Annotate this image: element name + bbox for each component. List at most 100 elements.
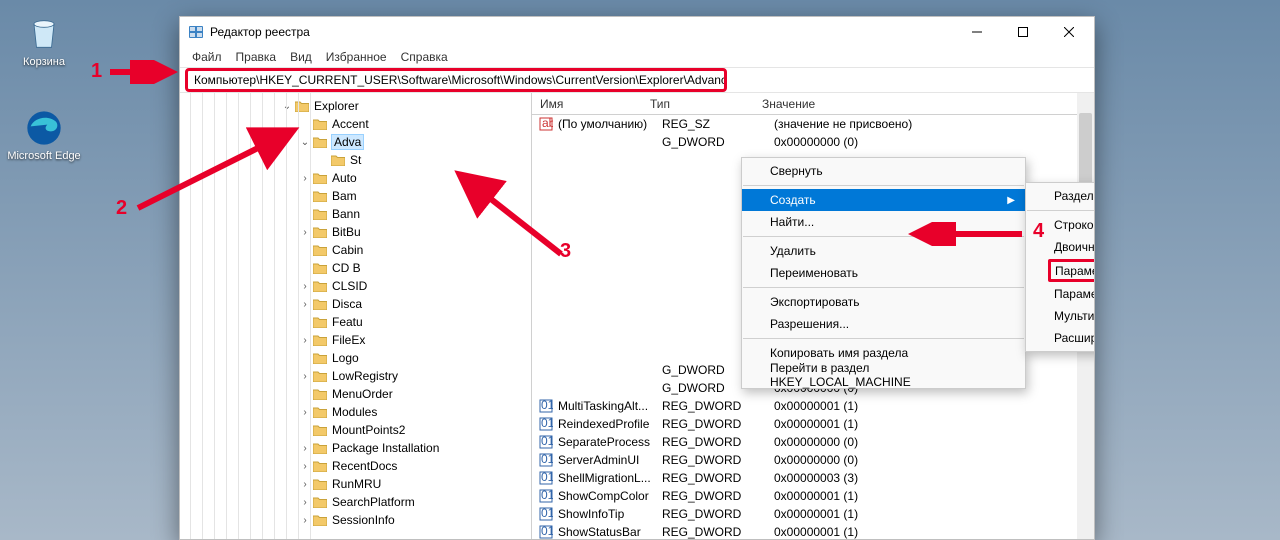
tree-row[interactable]: › LowRegistry [180,367,531,385]
tree-pane[interactable]: ⌄ExplorerAccent⌄AdvaSt›AutoBamBann›BitBu… [180,93,532,539]
sm-binary[interactable]: Двоичный параметр [1026,236,1094,258]
create-submenu: Раздел Строковый параметр Двоичный парам… [1025,182,1094,352]
separator [743,287,1024,288]
sm-expand[interactable]: Расширяемый строковый параметр [1026,327,1094,349]
tree-row[interactable]: ›FileEx [180,331,531,349]
address-bar[interactable]: Компьютер\HKEY_CURRENT_USER\Software\Mic… [180,67,1094,93]
sm-string[interactable]: Строковый параметр [1026,214,1094,236]
list-row[interactable]: 011ShellMigrationL...REG_DWORD0x00000003… [532,469,1077,487]
cm-goto-hklm[interactable]: Перейти в раздел HKEY_LOCAL_MACHINE [742,364,1025,386]
list-row[interactable]: 011ServerAdminUIREG_DWORD0x00000000 (0) [532,451,1077,469]
tree-row[interactable]: MountPoints2 [180,421,531,439]
tree-row[interactable]: ›Auto [180,169,531,187]
tree-toggle-icon[interactable]: › [298,281,312,292]
value-data: 0x00000001 (1) [774,507,1077,521]
sm-qword[interactable]: Параметр QWORD (64 бита) [1026,283,1094,305]
tree-row[interactable]: Accent [180,115,531,133]
list-pane[interactable]: Имя Тип Значение Свернуть Создать▶ Найти… [532,93,1094,539]
maximize-button[interactable] [1000,17,1046,47]
tree-row[interactable]: Bam [180,187,531,205]
tree-toggle-icon[interactable]: › [298,173,312,184]
list-row[interactable]: 011ReindexedProfileREG_DWORD0x00000001 (… [532,415,1077,433]
tree-row[interactable]: Cabin [180,241,531,259]
tree-row[interactable]: ⌄Adva [180,133,531,151]
cm-create[interactable]: Создать▶ [742,189,1025,211]
col-type[interactable]: Тип [642,97,754,111]
list-row[interactable]: ab(По умолчанию)REG_SZ(значение не присв… [532,115,1077,133]
list-row[interactable]: G_DWORD0x00000000 (0) [532,133,1077,151]
value-name: ShellMigrationL... [558,471,662,485]
sm-dword[interactable]: Параметр DWORD (32 бита) [1048,259,1094,282]
folder-icon [312,369,328,383]
col-value[interactable]: Значение [754,97,1094,111]
tree-toggle-icon[interactable]: › [298,371,312,382]
tree-toggle-icon[interactable]: › [298,407,312,418]
tree-toggle-icon[interactable]: › [298,335,312,346]
tree-toggle-icon[interactable]: ⌄ [280,101,294,112]
tree-row[interactable]: ⌄Explorer [180,97,531,115]
tree-row[interactable]: Featu [180,313,531,331]
tree-toggle-icon[interactable]: › [298,479,312,490]
cm-permissions[interactable]: Разрешения... [742,313,1025,335]
list-row[interactable]: 011ShowStatusBarREG_DWORD0x00000001 (1) [532,523,1077,539]
desktop-edge[interactable]: Microsoft Edge [6,108,82,163]
tree-row[interactable]: Logo [180,349,531,367]
menu-help[interactable]: Справка [395,49,454,65]
close-button[interactable] [1046,17,1092,47]
tree-toggle-icon[interactable]: › [298,461,312,472]
tree-toggle-icon[interactable]: ⌄ [298,137,312,148]
col-name[interactable]: Имя [532,97,642,111]
tree-row[interactable]: ›BitBu [180,223,531,241]
titlebar[interactable]: Редактор реестра [180,17,1094,47]
tree-row[interactable]: CD B [180,259,531,277]
menu-edit[interactable]: Правка [230,49,283,65]
tree-toggle-icon[interactable]: › [298,515,312,526]
value-name: (По умолчанию) [558,117,662,131]
tree-row[interactable]: Bann [180,205,531,223]
tree-row[interactable]: ›Modules [180,403,531,421]
tree-label: Package Installation [332,441,439,455]
tree-toggle-icon[interactable]: › [298,299,312,310]
tree-row[interactable]: ›SearchPlatform [180,493,531,511]
menu-view[interactable]: Вид [284,49,318,65]
scrollbar-thumb[interactable] [1079,113,1092,193]
cm-collapse[interactable]: Свернуть [742,160,1025,182]
address-path[interactable]: Компьютер\HKEY_CURRENT_USER\Software\Mic… [185,68,727,92]
cm-find[interactable]: Найти... [742,211,1025,233]
tree-row[interactable]: ›RunMRU [180,475,531,493]
tree-row[interactable]: ›Disca [180,295,531,313]
menu-favorites[interactable]: Избранное [320,49,393,65]
list-body[interactable]: Свернуть Создать▶ Найти... Удалить Переи… [532,115,1094,539]
list-row[interactable]: 011SeparateProcessREG_DWORD0x00000000 (0… [532,433,1077,451]
menu-file[interactable]: Файл [186,49,228,65]
tree-label: LowRegistry [332,369,398,383]
tree-row[interactable]: › Package Installation [180,439,531,457]
tree-toggle-icon[interactable]: › [298,443,312,454]
tree-row[interactable]: MenuOrder [180,385,531,403]
folder-icon [312,261,328,275]
tree-toggle-icon[interactable]: › [298,227,312,238]
sm-key[interactable]: Раздел [1026,185,1094,207]
regedit-window: Редактор реестра Файл Правка Вид Избранн… [179,16,1095,540]
minimize-button[interactable] [954,17,1000,47]
desktop-recycle-bin[interactable]: Корзина [6,14,82,69]
cm-rename[interactable]: Переименовать [742,262,1025,284]
value-type: REG_DWORD [662,471,774,485]
cm-delete[interactable]: Удалить [742,240,1025,262]
cm-export[interactable]: Экспортировать [742,291,1025,313]
svg-text:011: 011 [541,525,553,538]
tree-row[interactable]: ›CLSID [180,277,531,295]
tree-label: Featu [332,315,363,329]
tree-row[interactable]: ›SessionInfo [180,511,531,529]
list-row[interactable]: 011ShowInfoTipREG_DWORD0x00000001 (1) [532,505,1077,523]
tree-row[interactable]: St [180,151,531,169]
value-name: ShowInfoTip [558,507,662,521]
tree-row[interactable]: ›RecentDocs [180,457,531,475]
list-row[interactable]: 011ShowCompColorREG_DWORD0x00000001 (1) [532,487,1077,505]
list-row[interactable]: 011MultiTaskingAlt...REG_DWORD0x00000001… [532,397,1077,415]
list-header[interactable]: Имя Тип Значение [532,93,1094,115]
folder-icon [312,315,328,329]
tree-toggle-icon[interactable]: › [298,497,312,508]
value-type: REG_DWORD [662,453,774,467]
sm-multi[interactable]: Мультистроковый параметр [1026,305,1094,327]
